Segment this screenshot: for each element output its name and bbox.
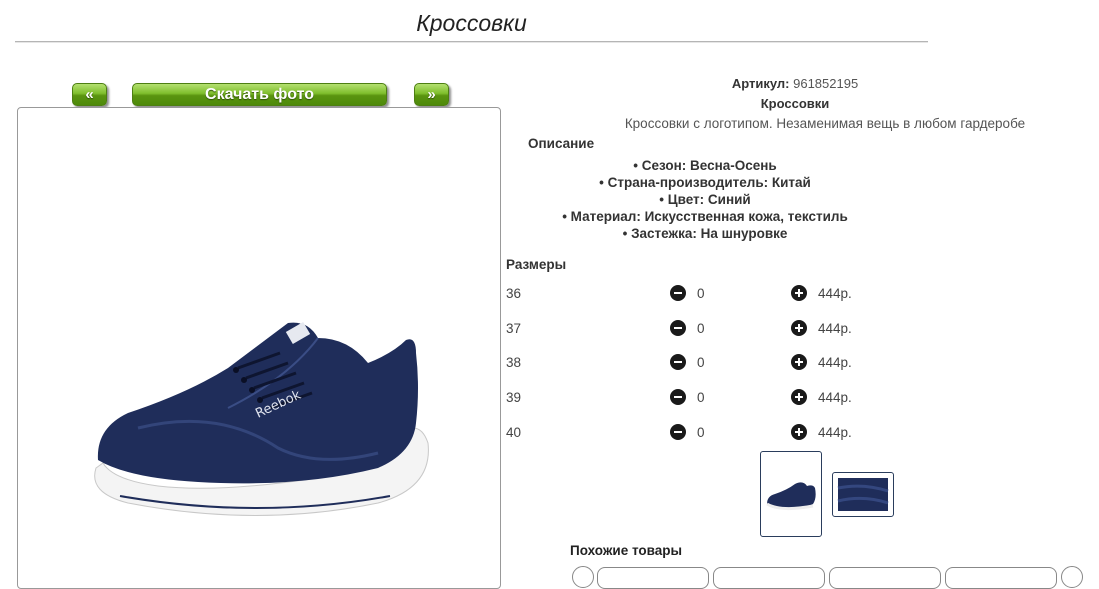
similar-product-card[interactable] bbox=[945, 567, 1057, 589]
quantity-value: 0 bbox=[697, 321, 705, 336]
minus-circle-icon[interactable] bbox=[670, 424, 686, 440]
feature-material: • Материал: Искусственная кожа, текстиль bbox=[562, 209, 848, 224]
minus-circle-icon[interactable] bbox=[670, 320, 686, 336]
title-divider bbox=[15, 41, 928, 43]
size-row: 36 0 444р. bbox=[505, 284, 1065, 304]
similar-products-heading: Похожие товары bbox=[570, 543, 683, 558]
thumbnail-detail-image bbox=[837, 478, 889, 511]
description-heading: Описание bbox=[528, 136, 595, 151]
thumbnail-detail[interactable] bbox=[832, 472, 894, 517]
plus-circle-icon[interactable] bbox=[791, 285, 807, 301]
product-photo[interactable]: Reebok bbox=[17, 107, 501, 589]
similar-product-card[interactable] bbox=[829, 567, 941, 589]
size-value: 37 bbox=[506, 321, 522, 336]
size-value: 36 bbox=[506, 286, 522, 301]
price-value: 444р. bbox=[818, 355, 852, 370]
price-value: 444р. bbox=[818, 321, 852, 336]
plus-circle-icon[interactable] bbox=[791, 354, 807, 370]
minus-circle-icon[interactable] bbox=[670, 354, 686, 370]
sku-label: Артикул: bbox=[731, 76, 790, 91]
quantity-value: 0 bbox=[697, 286, 705, 301]
page-title: Кроссовки bbox=[416, 10, 527, 36]
size-value: 40 bbox=[506, 425, 522, 440]
product-name: Кроссовки bbox=[760, 96, 830, 111]
minus-circle-icon[interactable] bbox=[670, 389, 686, 405]
similar-product-card[interactable] bbox=[713, 567, 825, 589]
similar-prev-arrow[interactable] bbox=[572, 566, 594, 588]
price-value: 444р. bbox=[818, 390, 852, 405]
sku-line: Артикул: 961852195 bbox=[695, 76, 895, 91]
thumbnail-shoe[interactable] bbox=[760, 451, 822, 537]
feature-country: • Страна-производитель: Китай bbox=[599, 175, 811, 190]
product-short-description: Кроссовки с логотипом. Незаменимая вещь … bbox=[624, 116, 1026, 131]
plus-circle-icon[interactable] bbox=[791, 320, 807, 336]
quantity-value: 0 bbox=[697, 425, 705, 440]
quantity-value: 0 bbox=[697, 355, 705, 370]
feature-fastener: • Застежка: На шнуровке bbox=[622, 226, 788, 241]
similar-next-arrow[interactable] bbox=[1061, 566, 1083, 588]
price-value: 444р. bbox=[818, 425, 852, 440]
next-photo-button[interactable]: » bbox=[414, 83, 449, 106]
feature-color: • Цвет: Синий bbox=[659, 192, 751, 207]
size-row: 38 0 444р. bbox=[505, 353, 1065, 373]
prev-photo-button[interactable]: « bbox=[72, 83, 107, 106]
minus-circle-icon[interactable] bbox=[670, 285, 686, 301]
sizes-heading: Размеры bbox=[506, 257, 567, 272]
size-value: 38 bbox=[506, 355, 522, 370]
plus-circle-icon[interactable] bbox=[791, 389, 807, 405]
size-value: 39 bbox=[506, 390, 522, 405]
sku-value: 961852195 bbox=[793, 76, 859, 91]
plus-circle-icon[interactable] bbox=[791, 424, 807, 440]
thumbnail-shoe-image bbox=[766, 482, 816, 511]
sneaker-image: Reebok bbox=[94, 321, 429, 516]
price-value: 444р. bbox=[818, 286, 852, 301]
size-row: 40 0 444р. bbox=[505, 423, 1065, 443]
size-row: 37 0 444р. bbox=[505, 319, 1065, 339]
feature-season: • Сезон: Весна-Осень bbox=[633, 158, 777, 173]
size-row: 39 0 444р. bbox=[505, 388, 1065, 408]
sneaker-upper bbox=[97, 322, 418, 484]
similar-product-card[interactable] bbox=[597, 567, 709, 589]
download-photo-button[interactable]: Скачать фото bbox=[132, 83, 387, 106]
quantity-value: 0 bbox=[697, 390, 705, 405]
